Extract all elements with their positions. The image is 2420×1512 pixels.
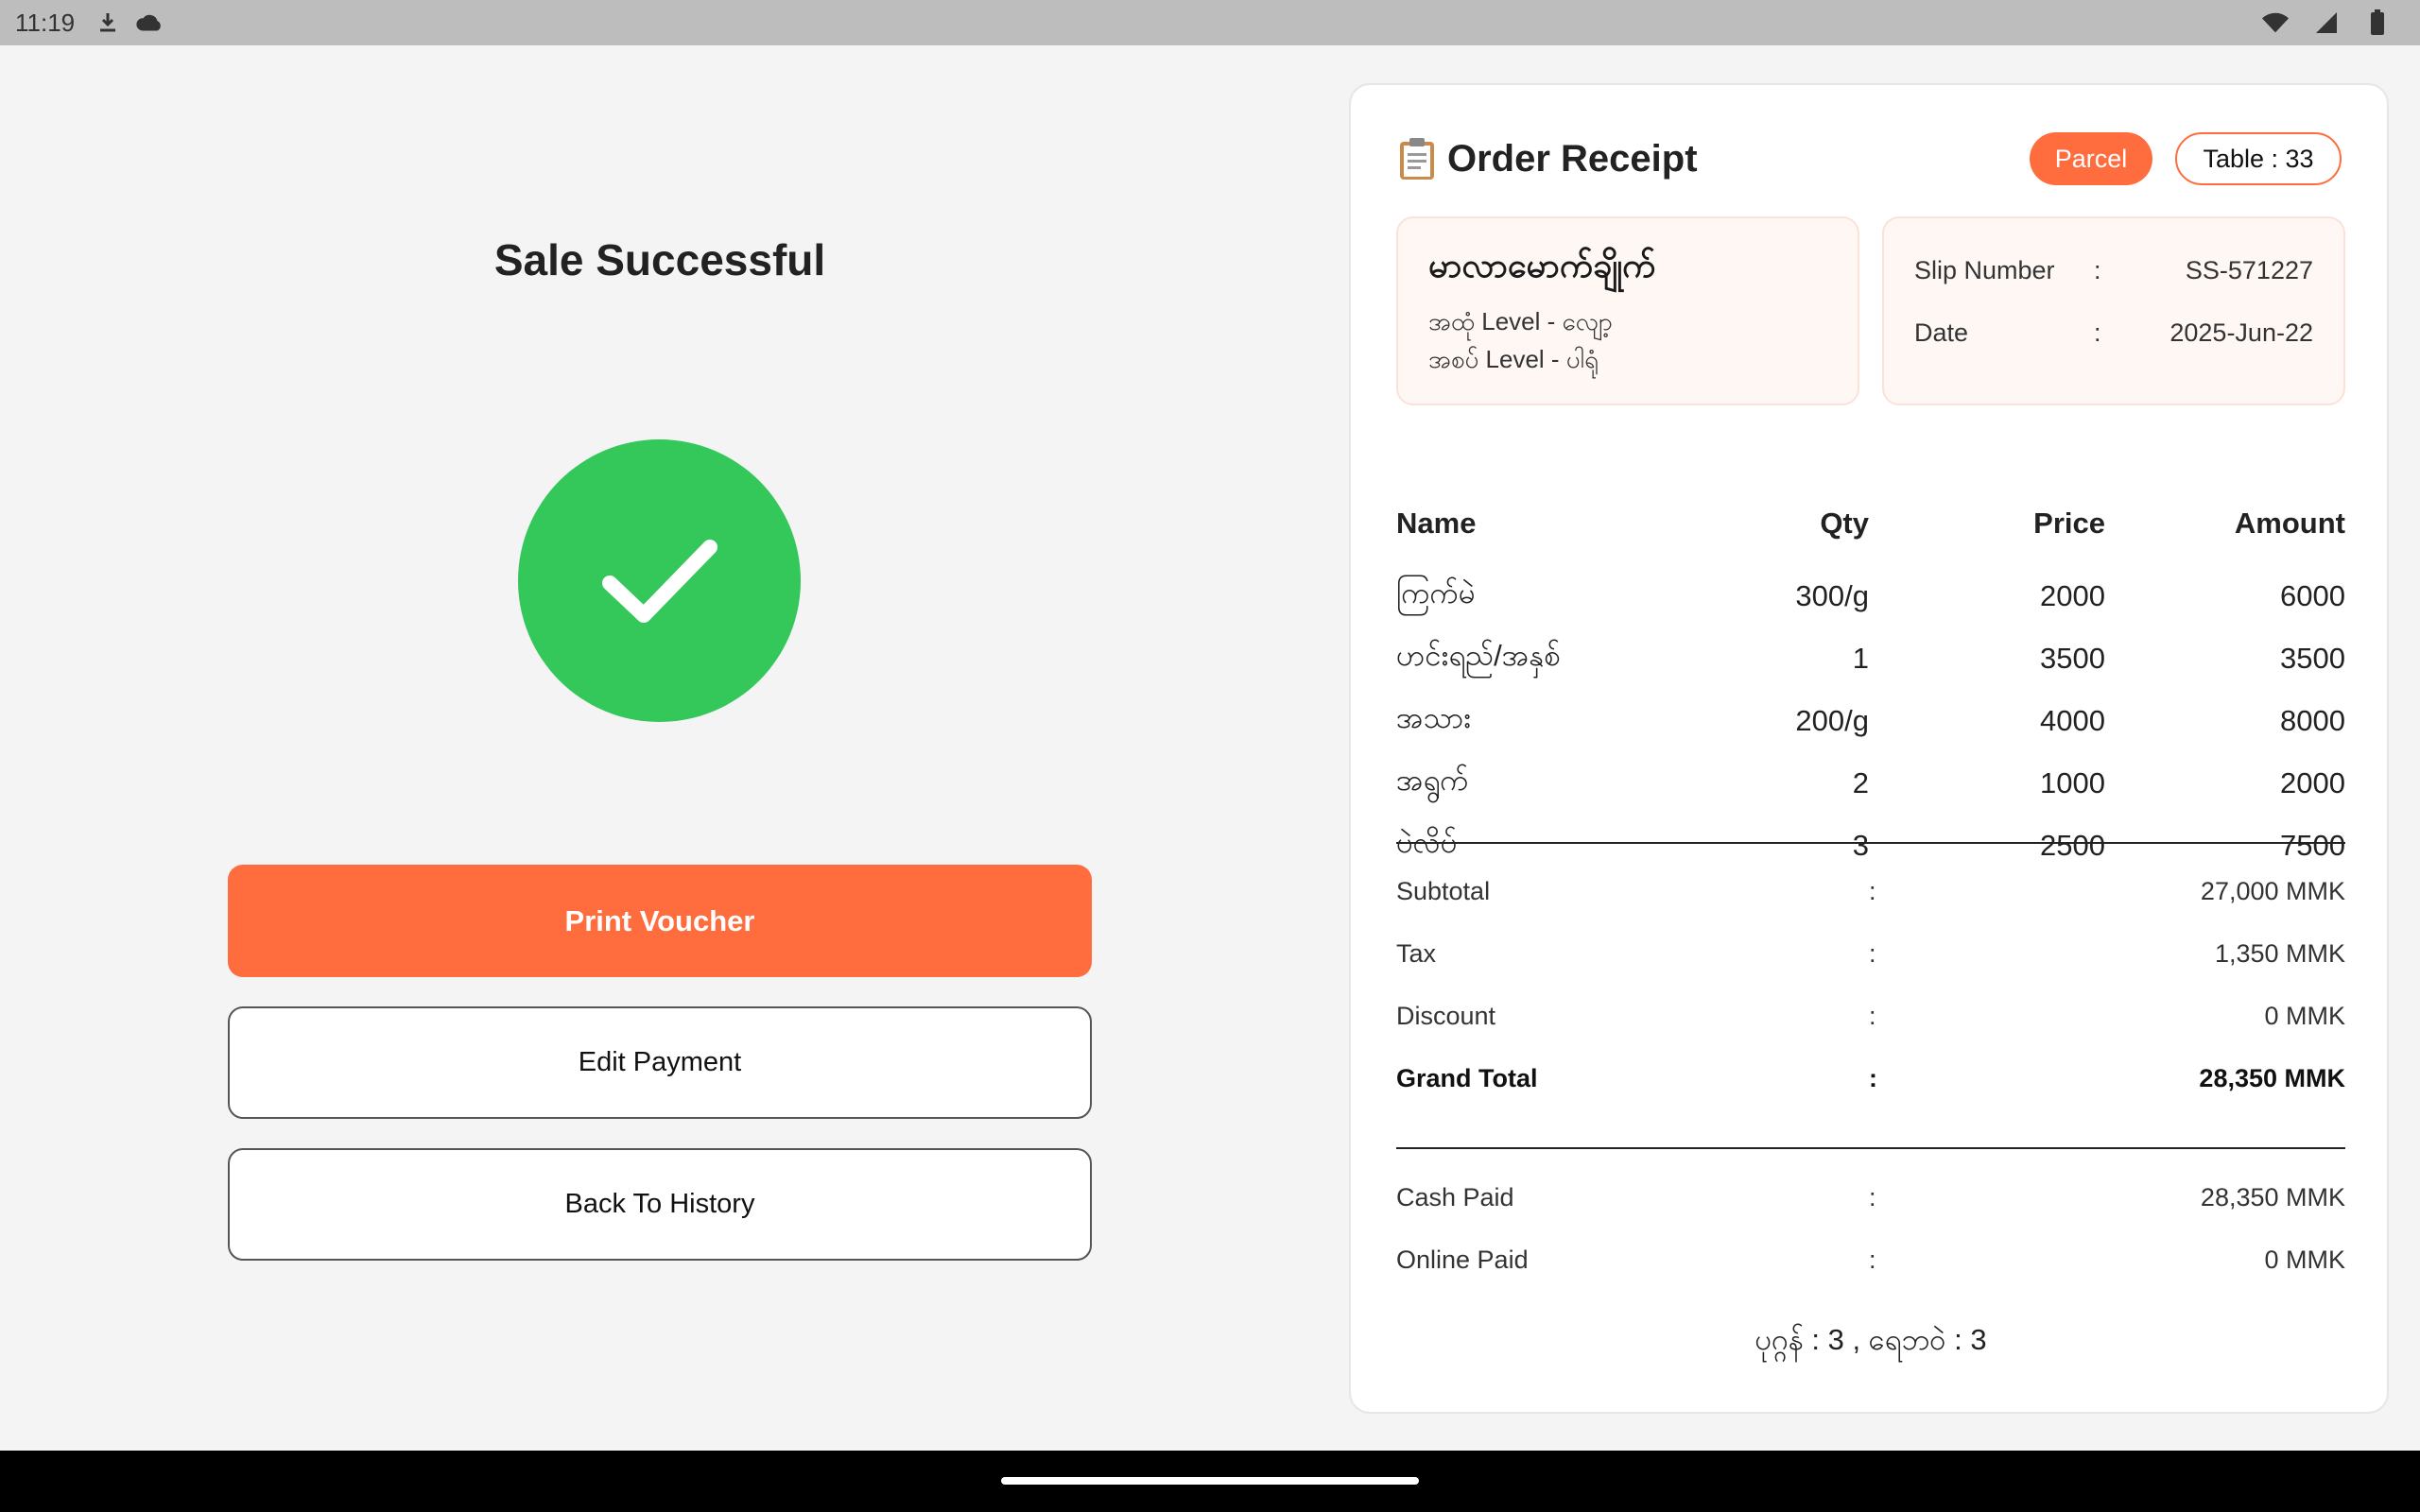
tax-value: 1,350 MMK <box>2214 939 2345 968</box>
subtotal-row: Subtotal : 27,000 MMK <box>1396 877 2345 906</box>
item-amount: 2000 <box>2280 766 2345 799</box>
table-header-row: Name Qty Price Amount <box>1396 507 2345 565</box>
subtotal-value: 27,000 MMK <box>2200 877 2345 905</box>
colon: : <box>2094 256 2101 284</box>
grand-total-row: Grand Total : 28,350 MMK <box>1396 1064 2345 1093</box>
receipt-title: Order Receipt <box>1447 137 1698 180</box>
item-name: ဟင်းရည်/အနှစ် <box>1396 639 1561 672</box>
item-name: ကြက်မဲ <box>1396 576 1476 610</box>
navigation-bar <box>0 1451 2420 1512</box>
table-row: အရွက် 2 1000 2000 <box>1396 752 2345 815</box>
item-price: 3500 <box>2040 642 2105 675</box>
date-label: Date <box>1914 318 1969 347</box>
colon: : <box>1869 939 1876 968</box>
success-check-icon <box>518 439 801 722</box>
online-paid-label: Online Paid <box>1396 1246 1529 1274</box>
item-price: 1000 <box>2040 766 2105 799</box>
level-line-2: အစပ် Level - ပါရုံ <box>1428 345 1599 373</box>
cash-paid-value: 28,350 MMK <box>2200 1183 2345 1211</box>
slip-number-value: SS-571227 <box>2185 256 2313 284</box>
slip-number-label: Slip Number <box>1914 256 2055 284</box>
table-badge: Table : 33 <box>2175 132 2342 185</box>
slip-info-box: Slip Number : SS-571227 Date : 2025-Jun-… <box>1882 216 2345 405</box>
shop-name: မာလာမောက်ချိုက် <box>1428 246 1656 284</box>
item-qty: 300/g <box>1795 579 1869 612</box>
colon: : <box>1869 1064 1877 1092</box>
print-voucher-button[interactable]: Print Voucher <box>228 865 1092 977</box>
online-paid-row: Online Paid : 0 MMK <box>1396 1246 2345 1275</box>
item-price: 4000 <box>2040 704 2105 737</box>
slip-number-row: Slip Number : SS-571227 <box>1914 256 2313 285</box>
table-row: ပဲလိပ် 3 2500 7500 <box>1396 815 2345 877</box>
level-line-1: အထုံ Level - လျော့ <box>1428 307 1613 335</box>
column-header-qty: Qty <box>1820 507 1869 540</box>
column-header-amount: Amount <box>2234 507 2345 540</box>
item-qty: 2 <box>1852 766 1869 799</box>
subtotal-label: Subtotal <box>1396 877 1491 905</box>
date-value: 2025-Jun-22 <box>2169 318 2313 347</box>
items-table: Name Qty Price Amount ကြက်မဲ 300/g 2000 … <box>1396 507 2345 877</box>
cash-paid-row: Cash Paid : 28,350 MMK <box>1396 1183 2345 1212</box>
item-amount: 3500 <box>2280 642 2345 675</box>
order-receipt-card: Order Receipt Parcel Table : 33 မာလာမောက… <box>1349 83 2389 1414</box>
item-amount: 6000 <box>2280 579 2345 612</box>
table-row: ကြက်မဲ 300/g 2000 6000 <box>1396 565 2345 627</box>
item-qty: 1 <box>1852 642 1869 675</box>
status-bar: 11:19 <box>0 0 2420 45</box>
item-name: အရွက် <box>1396 764 1469 797</box>
edit-payment-button[interactable]: Edit Payment <box>228 1006 1092 1119</box>
receipt-header: Order Receipt Parcel Table : 33 <box>1396 130 2342 187</box>
divider <box>1396 842 2345 844</box>
colon: : <box>1869 877 1876 905</box>
colon: : <box>1869 1183 1876 1211</box>
download-icon <box>94 9 122 37</box>
status-time: 11:19 <box>15 8 76 37</box>
item-qty: 3 <box>1852 829 1869 862</box>
parcel-badge: Parcel <box>2030 132 2152 185</box>
table-row: ဟင်းရည်/အနှစ် 1 3500 3500 <box>1396 627 2345 690</box>
column-header-price: Price <box>2033 507 2105 540</box>
tax-label: Tax <box>1396 939 1437 968</box>
item-price: 2000 <box>2040 579 2105 612</box>
back-to-history-button[interactable]: Back To History <box>228 1148 1092 1261</box>
table-row: အသား 200/g 4000 8000 <box>1396 690 2345 752</box>
colon: : <box>1869 1002 1876 1030</box>
discount-value: 0 MMK <box>2264 1002 2345 1030</box>
grand-total-label: Grand Total <box>1396 1064 1538 1092</box>
item-name: ပဲလိပ် <box>1396 826 1458 859</box>
battery-icon <box>2363 9 2392 37</box>
wifi-icon <box>2261 9 2290 37</box>
item-name: အသား <box>1396 701 1472 734</box>
colon: : <box>2094 318 2101 347</box>
item-amount: 8000 <box>2280 704 2345 737</box>
discount-row: Discount : 0 MMK <box>1396 1002 2345 1031</box>
clipboard-icon <box>1396 136 1438 181</box>
discount-label: Discount <box>1396 1002 1496 1030</box>
signal-icon <box>2312 9 2341 37</box>
page-title: Sale Successful <box>493 235 826 284</box>
grand-total-value: 28,350 MMK <box>2199 1064 2345 1092</box>
item-qty: 200/g <box>1795 704 1869 737</box>
shop-info-box: မာလာမောက်ချိုက် အထုံ Level - လျော့ အစပ် … <box>1396 216 1859 405</box>
cloud-icon <box>135 9 164 37</box>
colon: : <box>1869 1246 1876 1274</box>
item-amount: 7500 <box>2280 829 2345 862</box>
sale-result-pane: Sale Successful Print Voucher Edit Payme… <box>0 45 1320 1451</box>
column-header-name: Name <box>1396 507 1477 540</box>
date-row: Date : 2025-Jun-22 <box>1914 318 2313 348</box>
item-price: 2500 <box>2040 829 2105 862</box>
divider <box>1396 1147 2345 1149</box>
tax-row: Tax : 1,350 MMK <box>1396 939 2345 969</box>
cash-paid-label: Cash Paid <box>1396 1183 1514 1211</box>
home-gesture-handle[interactable] <box>1001 1477 1419 1485</box>
online-paid-value: 0 MMK <box>2264 1246 2345 1274</box>
receipt-footer-note: ပုဂ္ဂန် : 3 , ရေဘဝဲ : 3 <box>1754 1323 1987 1356</box>
